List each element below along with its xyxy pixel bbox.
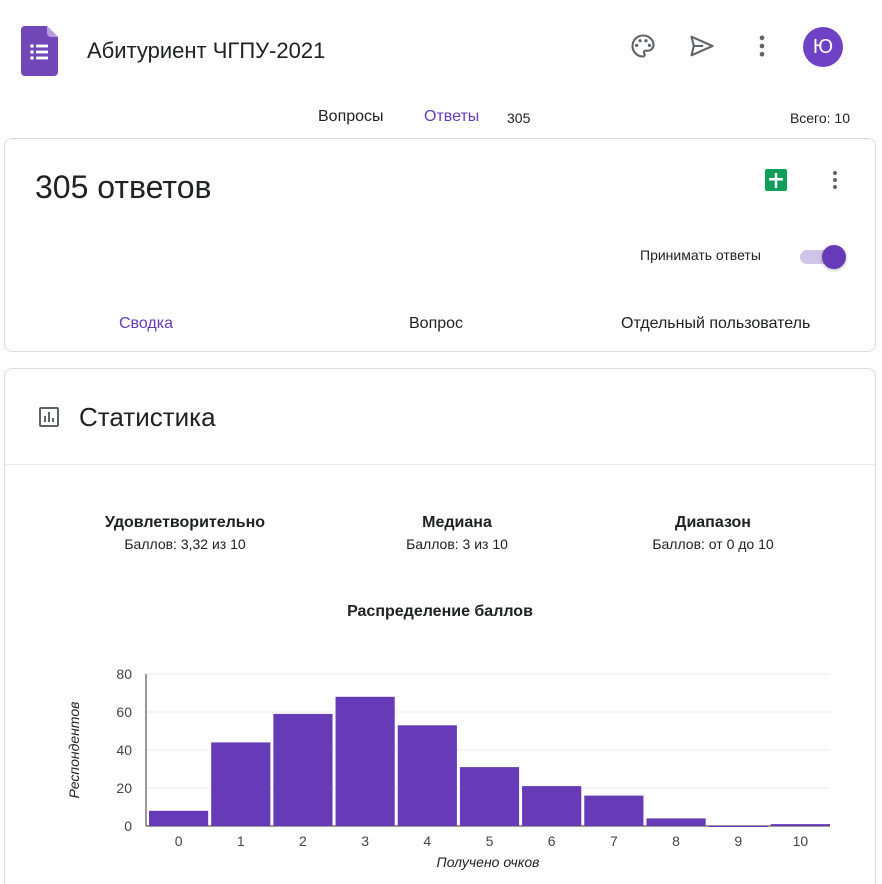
y-axis-title: Респондентов xyxy=(66,702,82,799)
accept-responses-label: Принимать ответы xyxy=(640,247,761,263)
tab-question[interactable]: Вопрос xyxy=(409,315,463,333)
account-avatar[interactable]: Ю xyxy=(803,27,843,67)
divider xyxy=(5,464,875,465)
responses-card: 305 ответов Принимать ответы Сводка Вопр… xyxy=(4,138,876,352)
x-tick-label: 9 xyxy=(734,833,742,849)
accept-responses-toggle[interactable] xyxy=(800,243,848,269)
app-header: Абитуриент ЧГПУ-2021 Ю xyxy=(0,0,882,100)
bar xyxy=(335,696,395,826)
responses-more-icon[interactable] xyxy=(825,167,845,193)
metric-label: Медиана xyxy=(422,514,492,531)
x-tick-label: 1 xyxy=(237,833,245,849)
bar xyxy=(459,767,520,826)
tab-summary[interactable]: Сводка xyxy=(119,315,173,333)
statistics-card: Статистика Удовлетворительно Баллов: 3,3… xyxy=(4,368,876,884)
bar xyxy=(397,725,457,826)
tab-questions[interactable]: Вопросы xyxy=(318,108,384,126)
form-title[interactable]: Абитуриент ЧГПУ-2021 xyxy=(87,38,325,64)
x-tick-label: 0 xyxy=(175,833,183,849)
form-tabs: Вопросы Ответы 305 xyxy=(0,108,882,130)
y-tick-label: 40 xyxy=(116,742,132,758)
tab-individual[interactable]: Отдельный пользователь xyxy=(621,315,810,333)
x-tick-label: 4 xyxy=(423,833,431,849)
x-tick-label: 7 xyxy=(610,833,618,849)
x-tick-label: 6 xyxy=(548,833,556,849)
y-tick-label: 0 xyxy=(124,818,132,834)
y-tick-label: 80 xyxy=(116,666,132,682)
send-icon[interactable] xyxy=(686,30,718,62)
bar xyxy=(149,810,209,826)
x-axis-title: Получено очков xyxy=(437,854,540,870)
x-tick-label: 2 xyxy=(299,833,307,849)
metric-label: Удовлетворительно xyxy=(104,514,266,531)
metric-value: Баллов: 3 из 10 xyxy=(406,536,508,552)
x-tick-label: 8 xyxy=(672,833,680,849)
bar xyxy=(522,786,582,826)
statistics-title: Статистика xyxy=(79,402,216,432)
more-vert-icon[interactable] xyxy=(746,30,778,62)
tab-responses[interactable]: Ответы xyxy=(424,108,479,126)
metric-value: Баллов: 3,32 из 10 xyxy=(124,536,246,552)
x-tick-label: 5 xyxy=(486,833,494,849)
bar xyxy=(708,826,768,827)
bar xyxy=(646,818,706,826)
responses-title: 305 ответов xyxy=(35,169,212,205)
forms-logo-icon[interactable] xyxy=(21,26,58,76)
metric-range: Диапазон Баллов: от 0 до 10 xyxy=(583,514,843,552)
metric-median: Медиана Баллов: 3 из 10 xyxy=(327,514,587,552)
metric-average: Удовлетворительно Баллов: 3,32 из 10 xyxy=(55,514,315,552)
metric-value: Баллов: от 0 до 10 xyxy=(652,536,774,552)
bar xyxy=(584,795,644,826)
bar xyxy=(273,713,333,826)
metric-label: Диапазон xyxy=(675,514,751,531)
total-points: Всего: 10 xyxy=(789,110,850,126)
bar xyxy=(211,742,271,826)
x-tick-label: 3 xyxy=(361,833,369,849)
bar-chart-icon xyxy=(37,405,61,429)
y-tick-label: 20 xyxy=(116,780,132,796)
responses-count-badge: 305 xyxy=(507,110,531,126)
sheets-icon[interactable] xyxy=(763,167,789,193)
x-tick-label: 10 xyxy=(793,833,809,849)
score-distribution-chart: 0 20 40 60 80 0 1 2 3 4 5 6 7 8 9 10 Получено очков Респо… xyxy=(66,666,830,870)
chart-title: Распределение баллов xyxy=(347,603,533,620)
palette-icon[interactable] xyxy=(627,30,659,62)
bar xyxy=(770,824,830,826)
y-tick-label: 60 xyxy=(116,704,132,720)
